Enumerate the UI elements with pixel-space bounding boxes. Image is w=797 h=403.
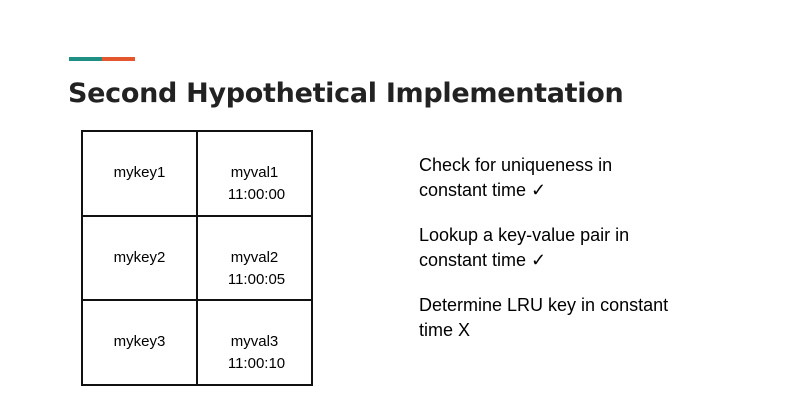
key-cell: mykey1 <box>81 130 198 217</box>
list-item: Determine LRU key in constant time X <box>419 293 739 343</box>
key-cell: mykey3 <box>81 299 198 386</box>
table-row: mykey2 myval2 11:00:05 <box>81 214 313 302</box>
table-row: mykey1 myval1 11:00:00 <box>81 130 313 217</box>
timestamp-text: 11:00:10 <box>227 355 286 373</box>
list-item-line: constant time ✓ <box>419 250 547 270</box>
accent-bar-orange-segment <box>102 57 135 61</box>
accent-bar-teal-segment <box>69 57 102 61</box>
list-item-line: Determine LRU key in constant <box>419 295 669 315</box>
value-cell: myval2 11:00:05 <box>196 214 313 302</box>
list-item-line: constant time ✓ <box>419 180 547 200</box>
key-cell: mykey2 <box>81 214 198 302</box>
value-cell: myval3 11:00:10 <box>196 299 313 386</box>
list-item-line: Check for uniqueness in <box>419 155 613 175</box>
value-cell: myval1 11:00:00 <box>196 130 313 217</box>
value-text: myval3 <box>230 333 279 351</box>
value-text: myval1 <box>230 164 279 181</box>
timestamp-text: 11:00:05 <box>227 270 286 288</box>
value-text: myval2 <box>230 248 279 266</box>
key-value-table: mykey1 myval1 11:00:00 mykey2 myval2 11:… <box>81 130 313 386</box>
list-item: Lookup a key-value pair in constant time… <box>419 223 739 273</box>
list-item-line: Lookup a key-value pair in <box>419 225 630 245</box>
timestamp-text: 11:00:00 <box>227 186 286 203</box>
slide-title: Second Hypothetical Implementation <box>68 78 624 109</box>
property-list: Check for uniqueness in constant time ✓ … <box>419 153 739 363</box>
list-item: Check for uniqueness in constant time ✓ <box>419 153 739 203</box>
table-row: mykey3 myval3 11:00:10 <box>81 299 313 386</box>
list-item-line: time X <box>419 320 471 340</box>
accent-bar <box>69 57 135 61</box>
